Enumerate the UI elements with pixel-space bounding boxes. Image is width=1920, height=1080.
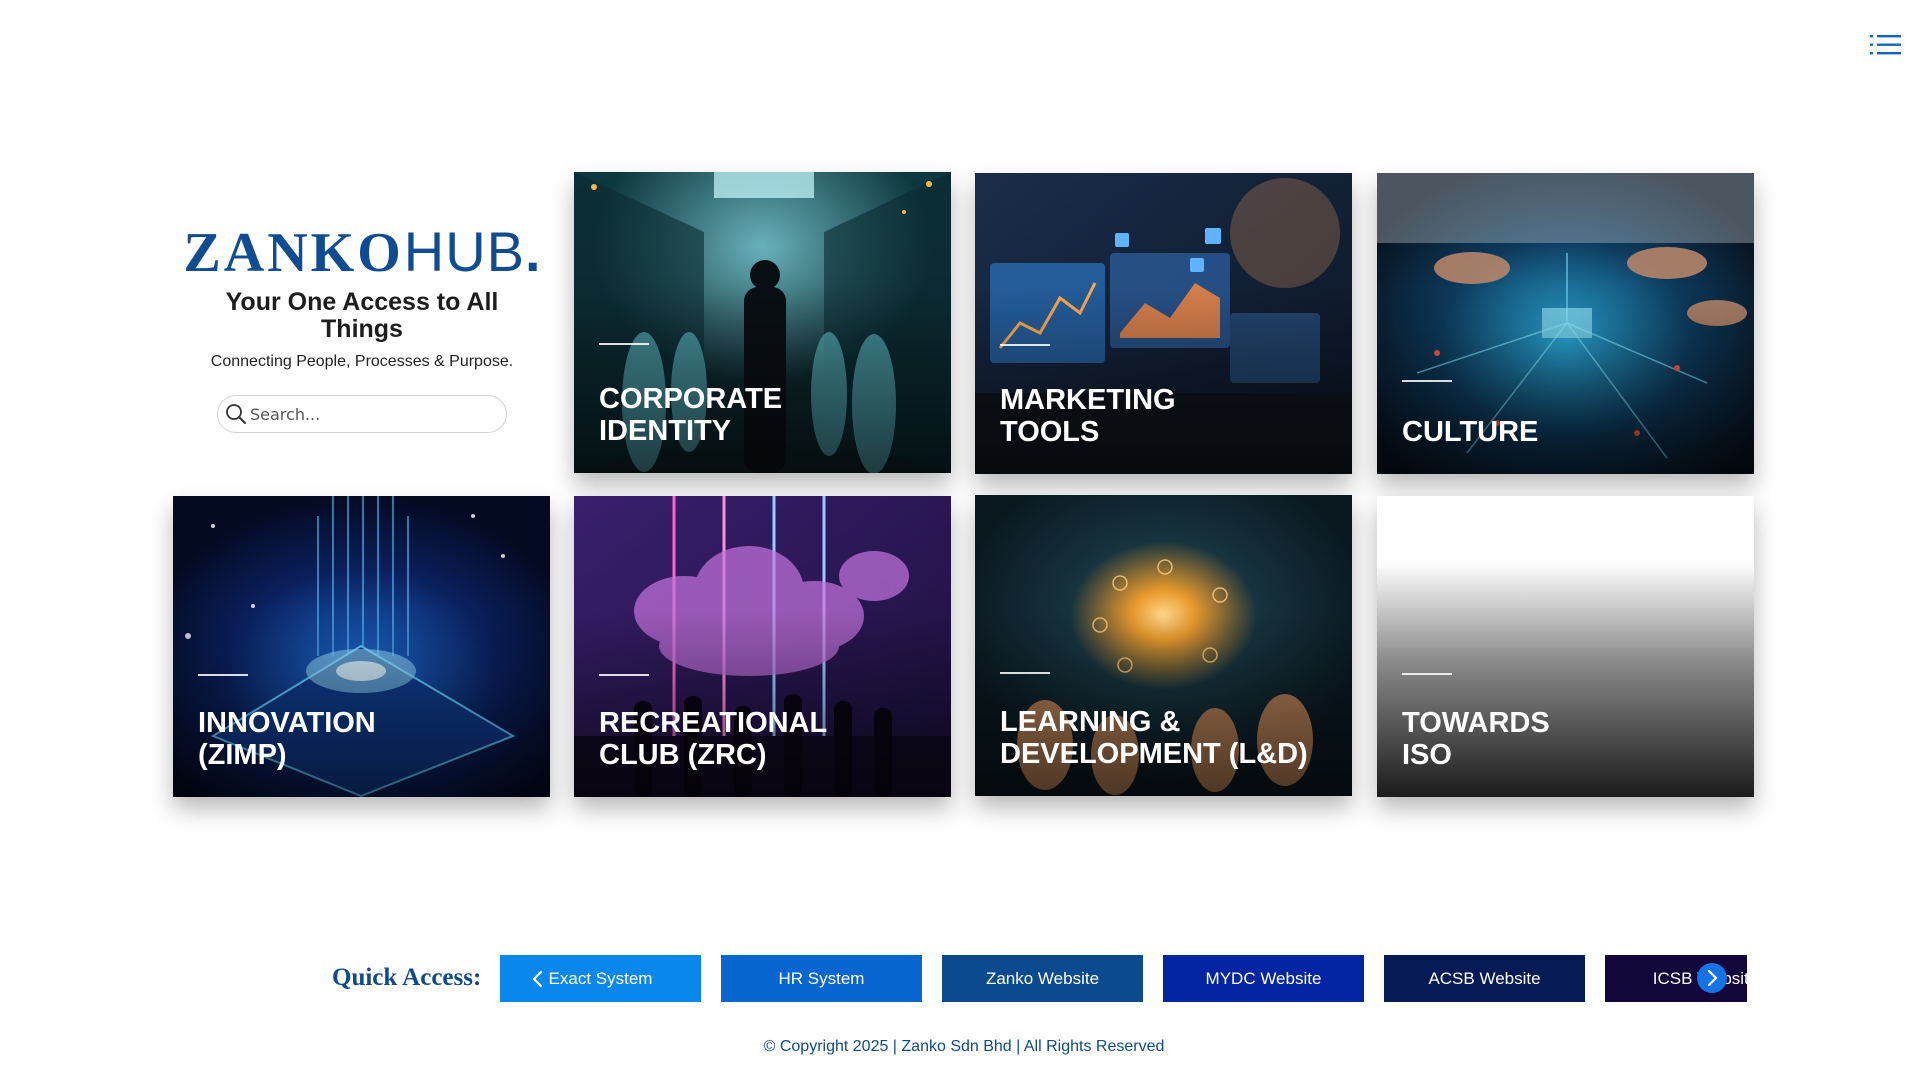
quick-access-mydc-website[interactable]: MYDC Website: [1163, 955, 1364, 1002]
title-accent-line: [599, 674, 649, 676]
card-innovation-zimp[interactable]: INNOVATION (ZIMP): [173, 496, 550, 797]
chevron-left-icon: [532, 970, 543, 988]
card-learning-development[interactable]: LEARNING & DEVELOPMENT (L&D): [975, 495, 1352, 796]
carousel-prev-button[interactable]: [526, 966, 550, 992]
menu-button[interactable]: [1869, 32, 1903, 58]
chevron-right-icon: [1707, 969, 1718, 987]
card-title: LEARNING & DEVELOPMENT (L&D): [1000, 706, 1308, 770]
search-box[interactable]: [217, 395, 507, 433]
list-menu-icon: [1870, 35, 1901, 55]
sub-tagline: Connecting People, Processes & Purpose.: [210, 353, 514, 370]
brand-block: ZANKOHUB. Your One Access to All Things …: [172, 222, 552, 433]
card-marketing-tools[interactable]: MARKETING TOOLS: [975, 173, 1352, 474]
quick-access-zanko-website[interactable]: Zanko Website: [942, 955, 1143, 1002]
title-accent-line: [1000, 672, 1050, 674]
quick-access-label: Quick Access:: [332, 964, 482, 991]
carousel-next-button[interactable]: [1697, 963, 1727, 993]
card-title: CULTURE: [1402, 416, 1539, 448]
quick-access-hr-system[interactable]: HR System: [721, 955, 922, 1002]
quick-access-carousel: Exact System HR System Zanko Website MYD…: [500, 955, 1747, 1002]
title-accent-line: [1000, 344, 1050, 346]
card-corporate-identity[interactable]: CORPORATE IDENTITY: [574, 172, 951, 473]
card-recreational-club[interactable]: RECREATIONAL CLUB (ZRC): [574, 496, 951, 797]
card-culture[interactable]: CULTURE: [1377, 173, 1754, 474]
card-title: INNOVATION (ZIMP): [198, 707, 376, 771]
search-input[interactable]: [250, 404, 490, 424]
quick-access-acsb-website[interactable]: ACSB Website: [1384, 955, 1585, 1002]
title-accent-line: [198, 674, 248, 676]
card-towards-iso[interactable]: TOWARDS ISO: [1377, 496, 1754, 797]
title-accent-line: [1402, 380, 1452, 382]
card-title: CORPORATE IDENTITY: [599, 383, 783, 447]
title-accent-line: [599, 343, 649, 345]
footer-copyright: © Copyright 2025 | Zanko Sdn Bhd | All R…: [763, 1038, 1165, 1055]
zankohub-logo: ZANKOHUB.: [183, 220, 541, 284]
tagline: Your One Access to All Things: [225, 288, 499, 343]
card-title: MARKETING TOOLS: [1000, 384, 1176, 448]
search-icon: [226, 404, 246, 424]
card-title: TOWARDS ISO: [1402, 707, 1550, 771]
card-title: RECREATIONAL CLUB (ZRC): [599, 707, 828, 771]
title-accent-line: [1402, 673, 1452, 675]
